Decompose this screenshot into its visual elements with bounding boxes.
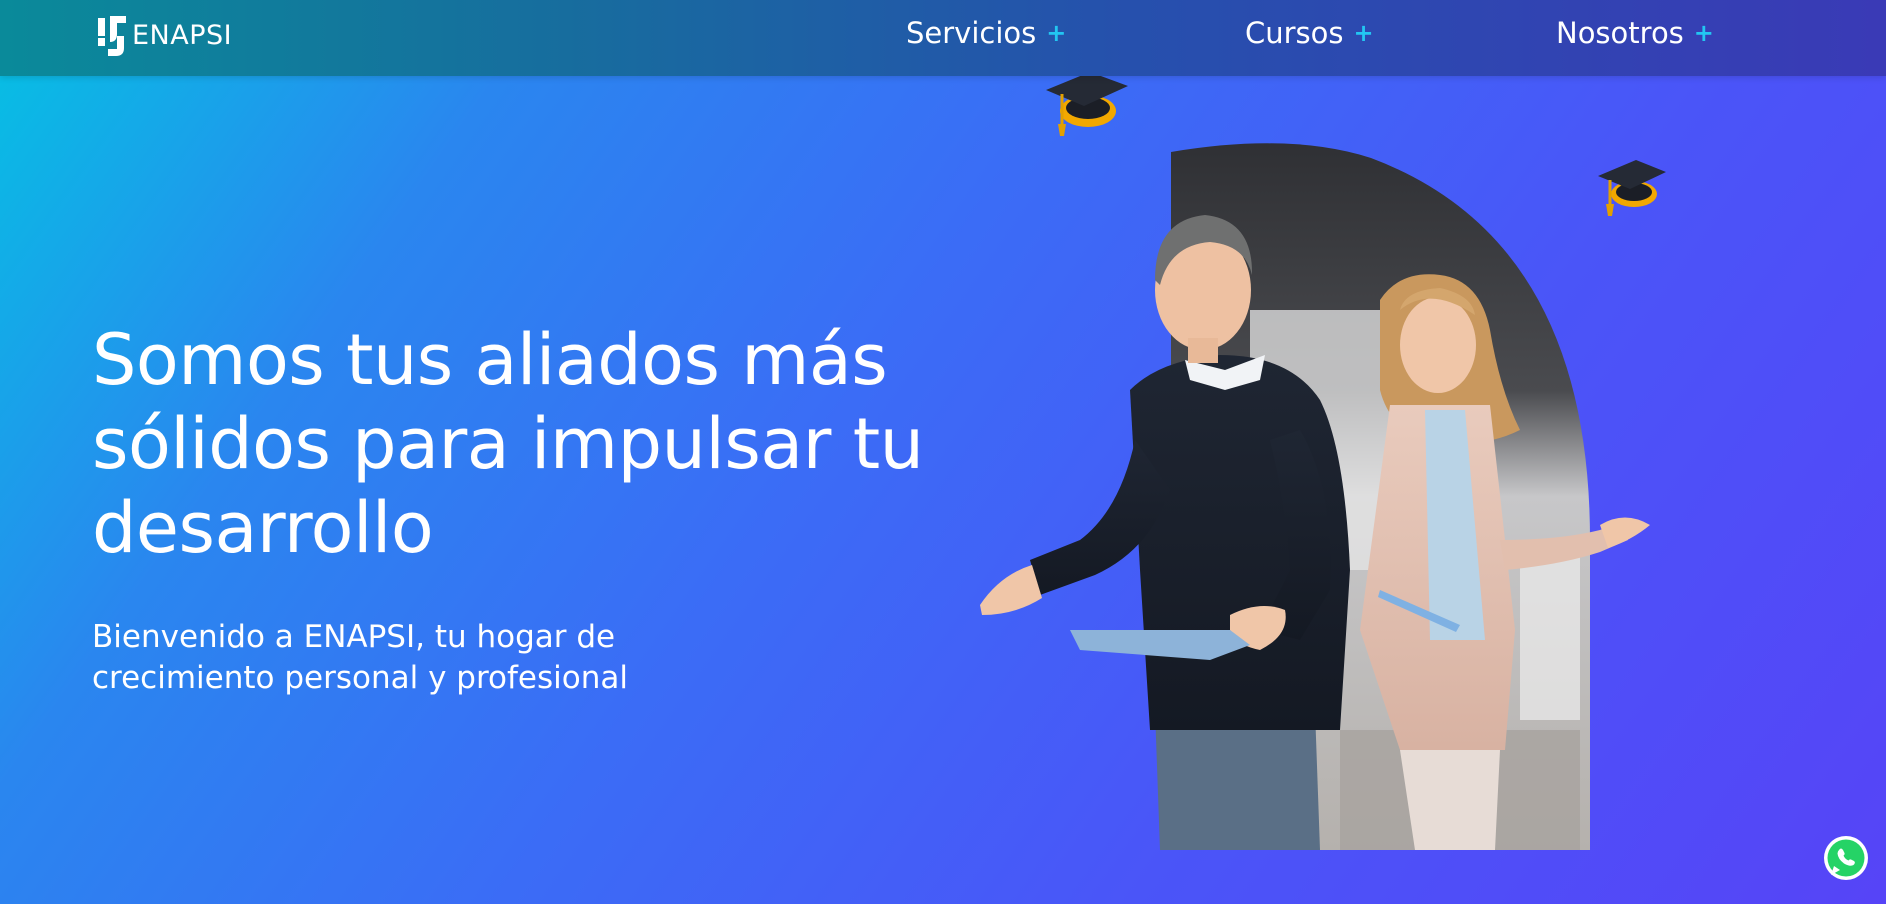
nav-cursos[interactable]: Cursos +: [1245, 16, 1374, 50]
navbar: ENAPSI Servicios + Cursos + Nosotros +: [0, 0, 1886, 76]
hero-subtitle: Bienvenido a ENAPSI, tu hogar de crecimi…: [92, 617, 712, 699]
nav-servicios-plus-icon: +: [1046, 19, 1067, 47]
hero-subtitle-line-1: Bienvenido a ENAPSI, tu hogar de: [92, 619, 616, 655]
hero-title-line-1: Somos tus aliados más: [92, 319, 888, 401]
hero-image: [980, 143, 1650, 850]
graduation-cap-icon: [1046, 72, 1128, 136]
nav-cursos-plus-icon: +: [1353, 19, 1374, 47]
whatsapp-icon[interactable]: [1822, 834, 1870, 882]
graduation-cap-icon-2: [1598, 160, 1666, 216]
nav-servicios-label: Servicios: [906, 16, 1037, 50]
nav-cursos-label: Cursos: [1245, 16, 1344, 50]
enapsi-logo-icon: [98, 16, 126, 56]
nav-nosotros[interactable]: Nosotros +: [1556, 16, 1714, 50]
nav-nosotros-plus-icon: +: [1693, 19, 1714, 47]
hero-subtitle-line-2: crecimiento personal y profesional: [92, 660, 628, 696]
hero-title-line-3: desarrollo: [92, 487, 434, 569]
nav-servicios[interactable]: Servicios +: [906, 16, 1066, 50]
logo-text: ENAPSI: [132, 19, 233, 51]
nav-nosotros-label: Nosotros: [1556, 16, 1684, 50]
hero-title-line-2: sólidos para impulsar tu: [92, 403, 924, 485]
page: ENAPSI Servicios + Cursos + Nosotros + S…: [0, 0, 1886, 904]
logo[interactable]: ENAPSI: [96, 12, 232, 58]
hero-title: Somos tus aliados más sólidos para impul…: [92, 318, 1012, 570]
